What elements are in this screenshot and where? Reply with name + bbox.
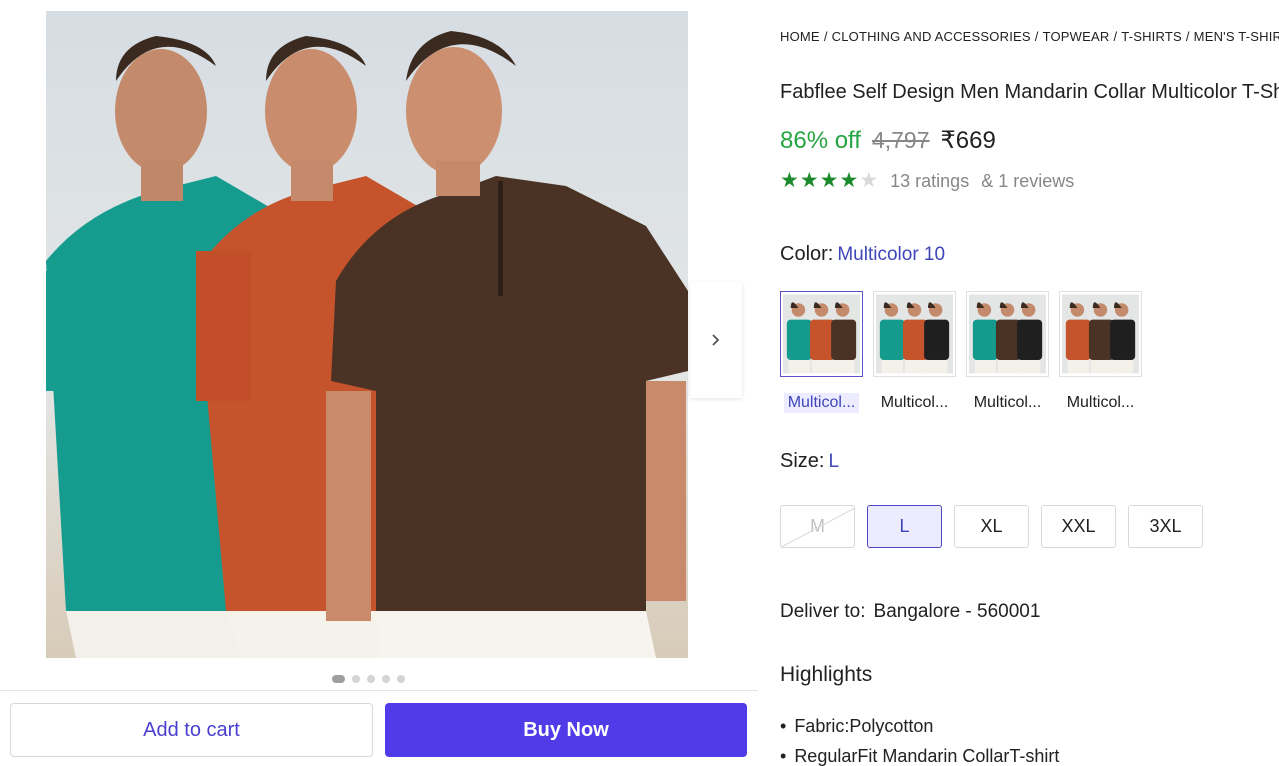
shirt-thumbnail-icon — [1062, 294, 1139, 374]
breadcrumb-separator: / — [823, 29, 828, 44]
carousel-dot[interactable] — [397, 675, 405, 683]
carousel-dot[interactable] — [332, 675, 345, 683]
size-option-m: M — [780, 505, 855, 548]
color-option-label: Multicol... — [1066, 394, 1135, 411]
breadcrumb-separator: / — [1034, 29, 1039, 44]
color-heading: Color: Multicolor 10 — [780, 243, 945, 266]
deliver-label: Deliver to: — [780, 601, 866, 622]
breadcrumb: HOME / CLOTHING AND ACCESSORIES / TOPWEAR / T-… — [780, 29, 1279, 44]
size-options: M L XL XXL 3XL — [780, 505, 1203, 548]
star-rating: ★ ★ ★ ★ ★ — [780, 170, 878, 192]
color-thumbnail — [873, 291, 956, 377]
selected-color: Multicolor 10 — [837, 244, 946, 265]
shirt-thumbnail-icon — [969, 294, 1046, 374]
star-icon: ★ — [780, 169, 799, 192]
size-option-3xl[interactable]: 3XL — [1128, 505, 1203, 548]
next-image-button[interactable] — [690, 282, 742, 398]
original-price: 4,797 — [871, 127, 930, 153]
color-option-label: Multicol... — [783, 393, 860, 413]
color-option-label: Multicol... — [880, 394, 949, 411]
color-option[interactable]: Multicol... — [780, 291, 863, 413]
product-title: Fabflee Self Design Men Mandarin Collar … — [780, 81, 1279, 103]
carousel-dot[interactable] — [367, 675, 375, 683]
highlight-item: RegularFit Mandarin CollarT-shirt — [780, 741, 1059, 766]
color-option[interactable]: Multicol... — [1059, 291, 1142, 413]
divider — [0, 690, 758, 691]
discount-percent: 86% off — [780, 127, 861, 154]
delivery-info[interactable]: Deliver to: Bangalore - 560001 — [780, 601, 1040, 623]
carousel-dot[interactable] — [382, 675, 390, 683]
reviews-count: & 1 reviews — [981, 170, 1075, 191]
carousel-dot[interactable] — [352, 675, 360, 683]
product-page: Add to cart Buy Now HOME / CLOTHING AND AC… — [0, 0, 1279, 766]
buy-now-button[interactable]: Buy Now — [385, 703, 747, 757]
star-icon: ★ — [839, 169, 859, 192]
rating-row[interactable]: ★ ★ ★ ★ ★ 13 ratings & 1 reviews — [780, 170, 1074, 192]
star-icon: ★ — [859, 169, 879, 192]
ratings-count: 13 ratings — [890, 170, 970, 191]
size-option-xl[interactable]: XL — [954, 505, 1029, 548]
size-heading: Size: L — [780, 450, 839, 473]
price-row: 86% off 4,797 ₹669 — [780, 126, 996, 155]
image-carousel-dots — [332, 675, 405, 683]
color-thumbnail — [1059, 291, 1142, 377]
breadcrumb-item[interactable]: TOPWEAR — [1043, 29, 1110, 44]
star-icon: ★ — [799, 169, 819, 192]
star-icon: ★ — [819, 169, 839, 192]
size-option-l[interactable]: L — [867, 505, 942, 548]
highlight-item: Fabric:Polycotton — [780, 711, 1059, 741]
breadcrumb-separator: / — [1113, 29, 1118, 44]
shirt-thumbnail-icon — [876, 294, 953, 374]
breadcrumb-item[interactable]: MEN'S T-SHIRTS — [1194, 29, 1279, 44]
breadcrumb-item[interactable]: T-SHIRTS — [1121, 29, 1182, 44]
highlights-list: Fabric:PolycottonRegularFit Mandarin Col… — [780, 711, 1059, 766]
selected-size: L — [828, 451, 840, 472]
breadcrumb-item[interactable]: HOME — [780, 29, 820, 44]
breadcrumb-item[interactable]: CLOTHING AND ACCESSORIES — [832, 29, 1031, 44]
color-label: Color: — [780, 243, 834, 265]
color-thumbnail — [780, 291, 863, 377]
color-options: Multicol... Multicol... Multicol... Multico… — [780, 291, 1142, 413]
breadcrumb-separator: / — [1185, 29, 1190, 44]
color-option[interactable]: Multicol... — [966, 291, 1049, 413]
chevron-right-icon — [712, 334, 720, 346]
delivery-location: Bangalore - 560001 — [873, 601, 1041, 622]
product-photo-illustration — [46, 11, 688, 658]
color-thumbnail — [966, 291, 1049, 377]
product-image[interactable] — [46, 11, 688, 658]
highlights-heading: Highlights — [780, 663, 873, 686]
size-option-xxl[interactable]: XXL — [1041, 505, 1116, 548]
add-to-cart-button[interactable]: Add to cart — [10, 703, 373, 757]
color-option[interactable]: Multicol... — [873, 291, 956, 413]
size-label: Size: — [780, 450, 825, 472]
product-details: HOME / CLOTHING AND ACCESSORIES / TOPWEAR / T-… — [780, 0, 1279, 766]
selling-price: ₹669 — [940, 127, 996, 154]
color-option-label: Multicol... — [973, 394, 1042, 411]
shirt-thumbnail-icon — [783, 294, 860, 374]
